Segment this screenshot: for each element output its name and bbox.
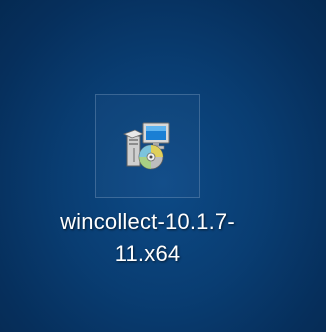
desktop-file-label[interactable]: wincollect-10.1.7- 11.x64 (20, 206, 275, 270)
installer-setup-icon (122, 122, 170, 170)
desktop: wincollect-10.1.7- 11.x64 (0, 0, 326, 332)
file-name-line-1: wincollect-10.1.7- (60, 209, 235, 234)
file-name-line-2: 11.x64 (114, 241, 181, 266)
